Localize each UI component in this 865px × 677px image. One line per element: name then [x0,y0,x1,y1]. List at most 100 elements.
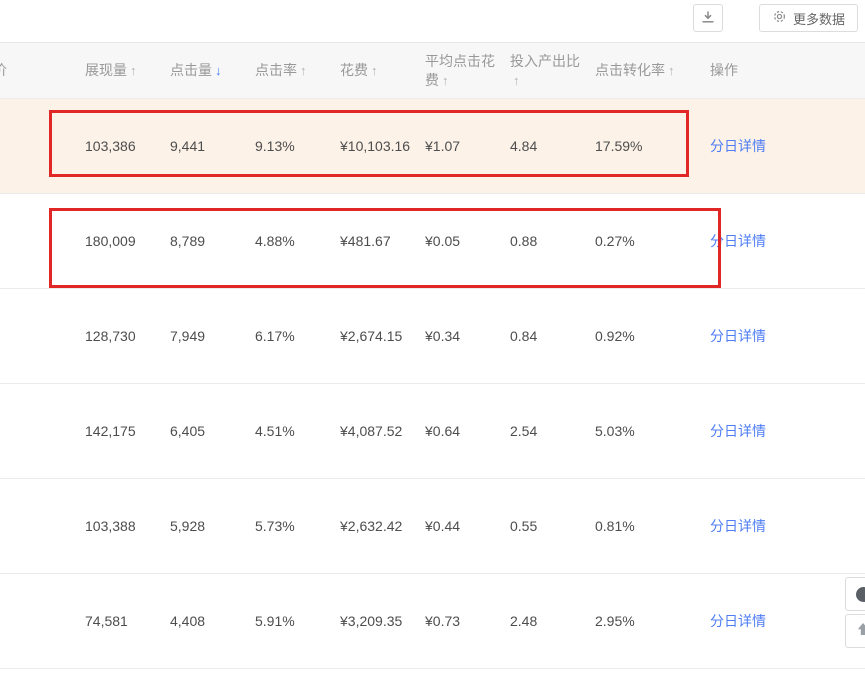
sort-up-icon[interactable]: ↑ [668,63,675,78]
daily-detail-link[interactable]: 分日详情 [710,613,766,629]
roi-value: 0.88 [510,233,538,249]
column-header-actions: 操作 [710,61,865,80]
daily-detail-link[interactable]: 分日详情 [710,423,766,439]
impressions-value: 103,388 [85,518,136,534]
avg-cpc-cell: ¥0.64 [425,423,510,439]
back-to-top-button[interactable] [845,614,865,648]
impressions-value: 74,581 [85,613,128,629]
cost-value: ¥4,087.52 [340,422,403,439]
column-header-ctr[interactable]: 点击率 ↑ [255,61,340,80]
column-header-cost[interactable]: 花费 ↑ [340,61,425,80]
cost-value: ¥481.67 [340,232,391,249]
sort-up-icon[interactable]: ↑ [442,73,449,88]
ctr-value: 6.17% [255,328,295,344]
cvr-cell: 0.81% [595,518,710,534]
avg-cpc-cell: ¥1.07 [425,138,510,154]
clicks-cell: 6,405 [170,423,255,439]
daily-detail-link[interactable]: 分日详情 [710,518,766,534]
column-label: 花费 [340,62,368,78]
cvr-value: 0.81% [595,518,635,534]
impressions-cell: 128,730 [85,328,170,344]
column-label: 价 [0,61,7,80]
table-row: 180,009 8,789 4.88% ¥481.67 ¥0.05 0.88 0… [0,194,865,289]
daily-detail-link[interactable]: 分日详情 [710,328,766,344]
cost-value: ¥10,103.16 [340,137,411,154]
avg-cpc-cell: ¥0.34 [425,328,510,344]
actions-cell: 分日详情 [710,231,865,251]
ctr-value: 5.73% [255,518,295,534]
cvr-cell: 5.03% [595,423,710,439]
ctr-cell: 4.88% [255,233,340,249]
actions-cell: 分日详情 [710,516,865,536]
cvr-cell: 17.59% [595,138,710,154]
daily-detail-link[interactable]: 分日详情 [710,138,766,154]
avg-cpc-value: ¥1.07 [425,138,461,154]
sort-up-icon[interactable]: ↑ [300,63,307,78]
cost-value: ¥2,632.42 [340,517,403,534]
more-data-label: 更多数据 [792,11,845,27]
cvr-value: 0.92% [595,328,635,344]
column-header-impressions[interactable]: 展现量 ↑ [85,61,170,80]
column-header-avg_cpc[interactable]: 平均点击花费 ↑ [425,52,510,90]
cvr-value: 5.03% [595,423,635,439]
table-row: 142,175 6,405 4.51% ¥4,087.52 ¥0.64 2.54… [0,384,865,479]
sort-down-icon[interactable]: ↓ [215,63,222,78]
ctr-cell: 5.73% [255,518,340,534]
cost-cell: ¥2,632.42 [340,517,425,536]
table-row: 103,388 5,928 5.73% ¥2,632.42 ¥0.44 0.55… [0,479,865,574]
ctr-value: 9.13% [255,138,295,154]
column-header-clicks[interactable]: 点击量 ↓ [170,61,255,80]
feedback-icon [855,586,865,602]
analytics-page: 更多数据 价展现量↑点击量↓点击率↑花费↑平均点击花费↑投入产出比↑点击转化率↑… [0,0,865,677]
clicks-value: 7,949 [170,328,206,344]
table-row: 103,386 9,441 9.13% ¥10,103.16 ¥1.07 4.8… [0,99,865,194]
cost-cell: ¥481.67 [340,232,425,251]
cost-cell: ¥10,103.16 [340,137,425,156]
ctr-cell: 4.51% [255,423,340,439]
sort-up-icon[interactable]: ↑ [130,63,137,78]
table-row: 74,581 4,408 5.91% ¥3,209.35 ¥0.73 2.48 … [0,574,865,669]
avg-cpc-cell: ¥0.73 [425,613,510,629]
cvr-value: 2.95% [595,613,635,629]
cost-value: ¥2,674.15 [340,327,403,344]
roi-value: 4.84 [510,138,538,154]
cost-value: ¥3,209.35 [340,612,403,629]
more-data-button[interactable]: 更多数据 [758,4,858,32]
clicks-cell: 9,441 [170,138,255,154]
roi-value: 2.54 [510,423,538,439]
sort-up-icon[interactable]: ↑ [371,63,378,78]
ctr-cell: 6.17% [255,328,340,344]
avg-cpc-value: ¥0.73 [425,613,461,629]
ctr-value: 4.88% [255,233,295,249]
daily-detail-link[interactable]: 分日详情 [710,233,766,249]
impressions-value: 103,386 [85,138,136,154]
sort-up-icon[interactable]: ↑ [513,73,520,88]
avg-cpc-value: ¥0.34 [425,328,461,344]
feedback-button[interactable] [845,577,865,611]
download-button[interactable] [693,4,723,32]
column-label: 操作 [710,62,738,78]
cvr-cell: 0.27% [595,233,710,249]
roi-cell: 2.54 [510,423,595,439]
roi-cell: 2.48 [510,613,595,629]
table-body: 103,386 9,441 9.13% ¥10,103.16 ¥1.07 4.8… [0,99,865,669]
roi-cell: 0.55 [510,518,595,534]
impressions-value: 128,730 [85,328,136,344]
roi-cell: 4.84 [510,138,595,154]
impressions-cell: 142,175 [85,423,170,439]
cvr-cell: 2.95% [595,613,710,629]
roi-cell: 0.88 [510,233,595,249]
back-to-top-icon [855,621,865,642]
impressions-cell: 103,388 [85,518,170,534]
column-label: 投入产出比 [510,52,580,69]
data-table: 价展现量↑点击量↓点击率↑花费↑平均点击花费↑投入产出比↑点击转化率↑操作 10… [0,43,865,669]
impressions-value: 180,009 [85,233,136,249]
avg-cpc-value: ¥0.64 [425,423,461,439]
roi-value: 0.55 [510,518,538,534]
clicks-value: 6,405 [170,423,206,439]
impressions-cell: 103,386 [85,138,170,154]
column-label: 点击量 [170,62,212,78]
column-header-roi[interactable]: 投入产出比 ↑ [510,52,595,90]
column-header-cvr[interactable]: 点击转化率 ↑ [595,61,710,80]
impressions-cell: 180,009 [85,233,170,249]
